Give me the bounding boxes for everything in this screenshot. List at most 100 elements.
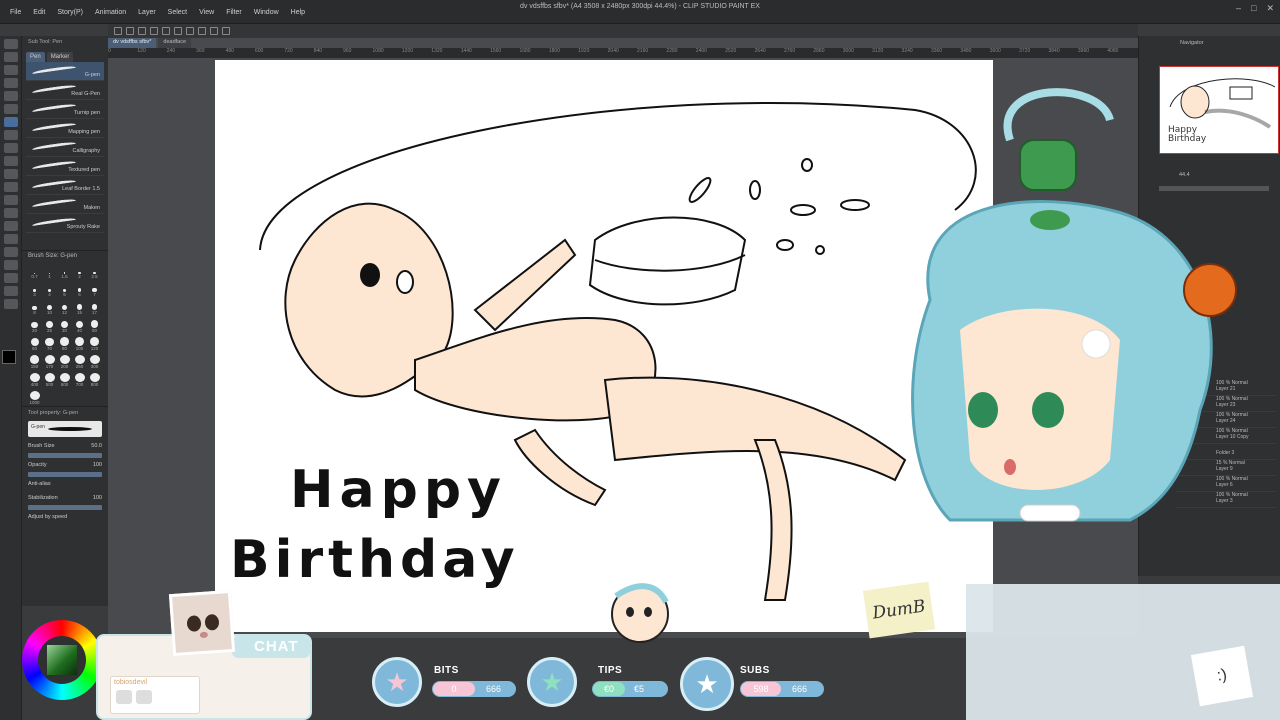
brush-size-option[interactable]: 25 [43, 319, 56, 333]
clear-icon[interactable] [174, 27, 182, 35]
brush-size-option[interactable]: 3 [28, 283, 41, 297]
menu-view[interactable]: View [193, 9, 220, 16]
brush-size-option[interactable]: 30 [58, 319, 71, 333]
stabilization-value[interactable]: 100 [93, 495, 102, 501]
pencil-tool-icon[interactable] [4, 130, 18, 140]
doc-tab-second[interactable]: deadface [158, 38, 192, 48]
brush-size-value[interactable]: 50.0 [91, 443, 102, 449]
brush-size-option[interactable]: 17 [88, 301, 101, 315]
color-square[interactable] [47, 645, 77, 675]
menu-window[interactable]: Window [248, 9, 285, 16]
open-icon[interactable] [126, 27, 134, 35]
brush-item-maken[interactable]: Maken [26, 195, 104, 214]
brush-size-option[interactable]: 12 [58, 301, 71, 315]
brush-size-option[interactable]: 8 [28, 301, 41, 315]
close-icon[interactable]: ✕ [1266, 3, 1274, 14]
brush-size-option[interactable]: 6 [73, 283, 86, 297]
tab-marker[interactable]: Marker [46, 52, 74, 62]
menu-story[interactable]: Story(P) [51, 9, 89, 16]
zoom-tool-icon[interactable] [4, 39, 18, 49]
pen-tool-icon[interactable] [4, 117, 18, 127]
brush-size-option[interactable]: 1 [43, 265, 56, 279]
bits-bar: 0 666 [432, 681, 516, 697]
brush-size-option[interactable]: 700 [73, 373, 86, 387]
lasso-tool-icon[interactable] [4, 91, 18, 101]
menu-layer[interactable]: Layer [132, 9, 162, 16]
brush-size-option[interactable]: 600 [58, 373, 71, 387]
brush-item-leaf-border[interactable]: Leaf Border 1.5 [26, 176, 104, 195]
blend-tool-icon[interactable] [4, 195, 18, 205]
brush-size-option[interactable]: 20 [28, 319, 41, 333]
save-icon[interactable] [138, 27, 146, 35]
fill-icon[interactable] [186, 27, 194, 35]
brush-size-option[interactable]: 100 [73, 337, 86, 351]
brush-item-sprouty-rake[interactable]: Sprouty Rake [26, 214, 104, 233]
brush-item-turnip-pen[interactable]: Turnip pen [26, 100, 104, 119]
opacity-value[interactable]: 100 [93, 462, 102, 468]
select-tool-icon[interactable] [4, 78, 18, 88]
brush-size-option[interactable]: 2 [73, 265, 86, 279]
brush-size-option[interactable]: 170 [43, 355, 56, 369]
ruler-tool-icon[interactable] [4, 260, 18, 270]
correct-line-tool-icon[interactable] [4, 299, 18, 309]
brush-size-option[interactable]: 1000 [28, 391, 41, 405]
decoration-tool-icon[interactable] [4, 169, 18, 179]
brush-size-option[interactable]: 200 [58, 355, 71, 369]
brush-size-option[interactable]: 300 [88, 355, 101, 369]
brush-size-option[interactable]: 40 [73, 319, 86, 333]
undo-icon[interactable] [150, 27, 158, 35]
brush-size-option[interactable]: 4 [43, 283, 56, 297]
brush-tool-icon[interactable] [4, 143, 18, 153]
balloon-tool-icon[interactable] [4, 286, 18, 296]
menu-help[interactable]: Help [285, 9, 311, 16]
ruler-icon[interactable] [222, 27, 230, 35]
brush-size-option[interactable]: 15 [73, 301, 86, 315]
brush-item-real-g-pen[interactable]: Real G-Pen [26, 81, 104, 100]
tab-pen[interactable]: Pen [26, 52, 45, 62]
brush-size-option[interactable]: 60 [28, 337, 41, 351]
snap-icon[interactable] [210, 27, 218, 35]
adjust-row[interactable]: Adjust by speed [22, 510, 108, 524]
brush-item-calligraphy[interactable]: Calligraphy [26, 138, 104, 157]
new-icon[interactable] [114, 27, 122, 35]
brush-size-option[interactable]: 500 [43, 373, 56, 387]
menu-select[interactable]: Select [162, 9, 193, 16]
brush-size-option[interactable]: 150 [28, 355, 41, 369]
maximize-icon[interactable]: □ [1251, 3, 1256, 14]
figure-tool-icon[interactable] [4, 234, 18, 244]
menu-edit[interactable]: Edit [27, 9, 51, 16]
redo-icon[interactable] [162, 27, 170, 35]
brush-size-option[interactable]: 5 [58, 283, 71, 297]
brush-item-mapping-pen[interactable]: Mapping pen [26, 119, 104, 138]
brush-size-option[interactable]: 70 [43, 337, 56, 351]
airbrush-tool-icon[interactable] [4, 156, 18, 166]
brush-size-option[interactable]: 800 [88, 373, 101, 387]
operation-tool-icon[interactable] [4, 65, 18, 75]
eraser-tool-icon[interactable] [4, 182, 18, 192]
brush-size-option[interactable]: 80 [58, 337, 71, 351]
menu-file[interactable]: File [4, 9, 27, 16]
brush-size-option[interactable]: 10 [43, 301, 56, 315]
brush-item-textured-pen[interactable]: Textured pen [26, 157, 104, 176]
main-color-swatch[interactable] [2, 350, 16, 364]
brush-size-option[interactable]: 7 [88, 283, 101, 297]
doc-tab-main[interactable]: dv vdsffbs sfbv* [108, 38, 157, 48]
brush-size-option[interactable]: 50 [88, 319, 101, 333]
menu-animation[interactable]: Animation [89, 9, 132, 16]
brush-size-option[interactable]: 0.7 [28, 265, 41, 279]
menu-filter[interactable]: Filter [220, 9, 248, 16]
text-tool-icon[interactable] [4, 273, 18, 283]
brush-size-option[interactable]: 2.5 [88, 265, 101, 279]
gradient-tool-icon[interactable] [4, 221, 18, 231]
frame-tool-icon[interactable] [4, 247, 18, 257]
move-tool-icon[interactable] [4, 52, 18, 62]
fill-tool-icon[interactable] [4, 208, 18, 218]
eyedropper-tool-icon[interactable] [4, 104, 18, 114]
brush-size-option[interactable]: 120 [88, 337, 101, 351]
brush-size-option[interactable]: 1.5 [58, 265, 71, 279]
minimize-icon[interactable]: – [1236, 3, 1241, 14]
brush-item-g-pen[interactable]: G-pen [26, 62, 104, 81]
brush-size-option[interactable]: 250 [73, 355, 86, 369]
brush-size-option[interactable]: 400 [28, 373, 41, 387]
transform-icon[interactable] [198, 27, 206, 35]
